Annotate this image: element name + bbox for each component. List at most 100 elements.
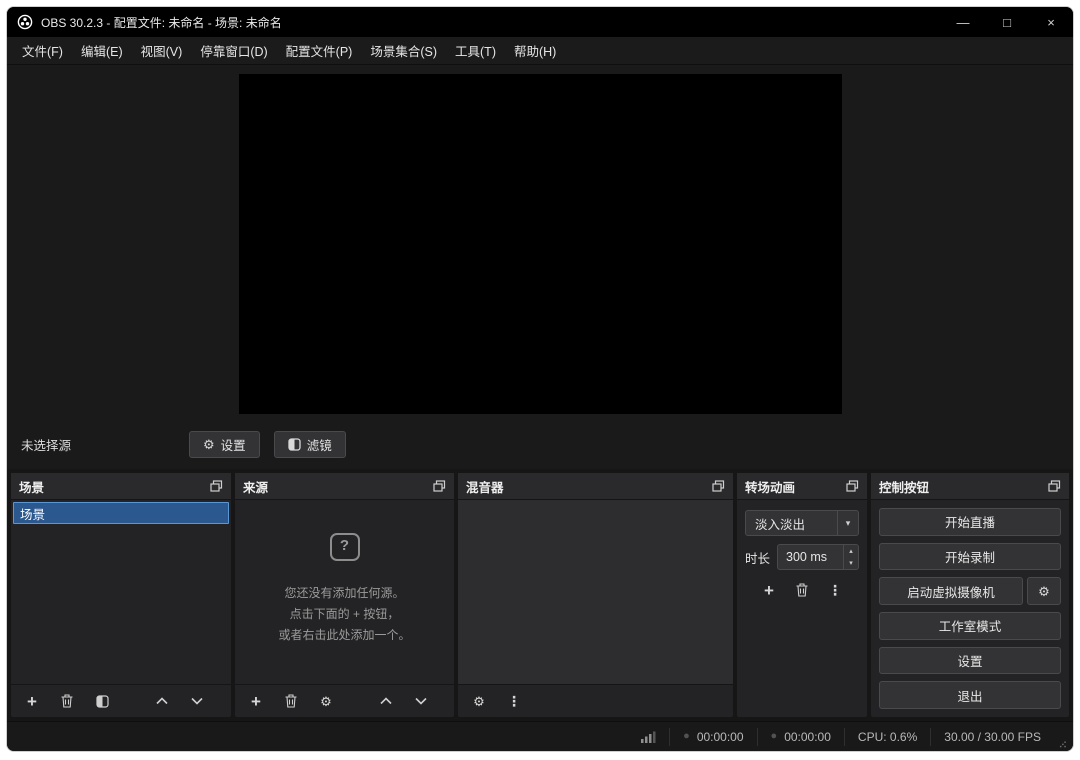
status-bar: ● 00:00:00 ● 00:00:00 CPU: 0.6% 30.00 / … [7,721,1073,751]
move-scene-up-button[interactable] [154,693,170,709]
sources-dock-header: 来源 [235,473,454,500]
plus-icon: + [251,691,261,711]
audio-mixer-dock: 混音器 ⚙ ⋮ [458,473,733,717]
move-scene-down-button[interactable] [189,693,205,709]
sources-empty-line-1: 您还没有添加任何源。 [284,585,405,600]
remove-source-button[interactable] [283,693,299,709]
preview-canvas[interactable] [238,74,842,414]
window-controls: — □ × [941,7,1073,37]
source-settings-button[interactable]: ⚙ 设置 [189,431,260,458]
controls-dock: 控制按钮 开始直播 开始录制 启动虚拟摄像机 ⚙ 工作室模式 设置 退出 [871,473,1069,717]
chevron-down-icon [415,697,427,705]
scenes-toolbar: + [11,684,231,717]
resize-grip[interactable] [1057,740,1068,751]
transition-menu-button[interactable]: ⋮ [827,582,843,598]
move-source-down-button[interactable] [413,693,429,709]
sources-dock-body[interactable]: ? 您还没有添加任何源。 点击下面的 + 按钮， 或者右击此处添加一个。 [235,500,454,684]
transitions-dock-title: 转场动画 [745,480,796,495]
dock-float-icon[interactable] [846,480,859,492]
gear-icon: ⚙ [473,693,485,709]
docks-row: 场景 场景 + 来源 ? 您还没有添加任何源。 点击下面的 + 按钮， 或者右击… [7,469,1073,717]
transition-select[interactable]: 淡入淡出 ▾ [745,510,859,536]
virtual-camera-row: 启动虚拟摄像机 ⚙ [879,577,1061,606]
menu-item-view[interactable]: 视图(V) [132,37,192,64]
recording-timer: 00:00:00 [696,729,744,744]
start-streaming-button[interactable]: 开始直播 [879,508,1061,536]
plus-icon: + [27,691,37,711]
trash-icon [61,694,73,708]
scene-filters-button[interactable] [94,693,110,709]
add-source-button[interactable]: + [248,691,264,711]
start-recording-button[interactable]: 开始录制 [879,542,1061,571]
signal-bars-icon [641,731,656,743]
dock-float-icon[interactable] [712,480,725,492]
remove-transition-button[interactable] [794,582,810,598]
fps-display: 30.00 / 30.00 FPS [930,727,1054,746]
chevron-up-icon [156,697,168,705]
menu-item-file[interactable]: 文件(F) [13,37,72,64]
gear-icon: ⚙ [1038,583,1050,599]
question-mark-icon: ? [329,532,360,561]
maximize-button[interactable]: □ [985,7,1029,37]
sources-dock-title: 来源 [243,480,269,495]
scenes-dock: 场景 场景 + [11,473,231,717]
stats-section[interactable] [628,728,669,746]
duration-label: 时长 [745,551,771,566]
mixer-dock-header: 混音器 [458,473,733,500]
source-toolbar: 未选择源 ⚙ 设置 滤镜 [7,431,1073,458]
duration-spinner[interactable]: 300 ms ▴ ▾ [777,544,859,570]
source-properties-button[interactable]: ⚙ [318,693,334,709]
trash-icon [285,694,297,708]
scene-list: 场景 [11,500,231,526]
mixer-menu-button[interactable]: ⋮ [506,693,522,709]
plus-icon: + [764,580,774,600]
menu-item-help[interactable]: 帮助(H) [505,37,565,64]
scenes-dock-title: 场景 [19,480,45,495]
transitions-toolbar: + ⋮ [745,580,859,600]
sources-toolbar: + ⚙ [235,684,454,717]
gear-icon: ⚙ [320,693,332,709]
controls-dock-header: 控制按钮 [871,473,1069,500]
chevron-up-icon [380,697,392,705]
virtual-camera-settings-button[interactable]: ⚙ [1027,577,1061,606]
dock-float-icon[interactable] [1048,480,1061,492]
source-filters-button[interactable]: 滤镜 [273,431,346,458]
spinner-buttons: ▴ ▾ [843,545,858,569]
mixer-dock-body[interactable] [458,500,733,684]
start-virtual-camera-button[interactable]: 启动虚拟摄像机 [879,577,1023,606]
settings-button[interactable]: 设置 [879,646,1061,675]
menu-item-profile[interactable]: 配置文件(P) [277,37,362,64]
menu-bar: 文件(F) 编辑(E) 视图(V) 停靠窗口(D) 配置文件(P) 场景集合(S… [7,37,1073,65]
filter-icon [288,438,301,451]
sources-empty-line-3: 或者右击此处添加一个。 [278,627,411,642]
source-settings-label: 设置 [220,439,246,453]
menu-item-docks[interactable]: 停靠窗口(D) [191,37,276,64]
exit-button[interactable]: 退出 [879,681,1061,709]
menu-item-scene-collection[interactable]: 场景集合(S) [361,37,446,64]
menu-item-edit[interactable]: 编辑(E) [72,37,132,64]
obs-window: OBS 30.2.3 - 配置文件: 未命名 - 场景: 未命名 — □ × 文… [6,6,1074,752]
scenes-dock-header: 场景 [11,473,231,500]
sources-dock: 来源 ? 您还没有添加任何源。 点击下面的 + 按钮， 或者右击此处添加一个。 … [235,473,454,717]
sources-empty-line-2: 点击下面的 + 按钮， [289,606,400,621]
spin-up-button[interactable]: ▴ [844,545,858,557]
scene-list-item[interactable]: 场景 [13,502,229,524]
titlebar[interactable]: OBS 30.2.3 - 配置文件: 未命名 - 场景: 未命名 — □ × [7,7,1073,37]
streaming-status: ● 00:00:00 [756,727,844,746]
minimize-button[interactable]: — [941,7,985,37]
advanced-audio-button[interactable]: ⚙ [471,693,487,709]
move-source-up-button[interactable] [378,693,394,709]
add-transition-button[interactable]: + [761,580,777,600]
studio-mode-button[interactable]: 工作室模式 [879,612,1061,640]
kebab-menu-icon: ⋮ [507,693,521,709]
remove-scene-button[interactable] [59,693,75,709]
chevron-down-icon: ▾ [837,511,858,535]
dock-float-icon[interactable] [433,480,446,492]
close-button[interactable]: × [1029,7,1073,37]
add-scene-button[interactable]: + [24,691,40,711]
fps-value: 30.00 / 30.00 FPS [944,729,1041,744]
menu-item-tools[interactable]: 工具(T) [446,37,505,64]
dock-float-icon[interactable] [210,480,223,492]
streaming-timer: 00:00:00 [784,729,831,744]
spin-down-button[interactable]: ▾ [844,557,858,569]
